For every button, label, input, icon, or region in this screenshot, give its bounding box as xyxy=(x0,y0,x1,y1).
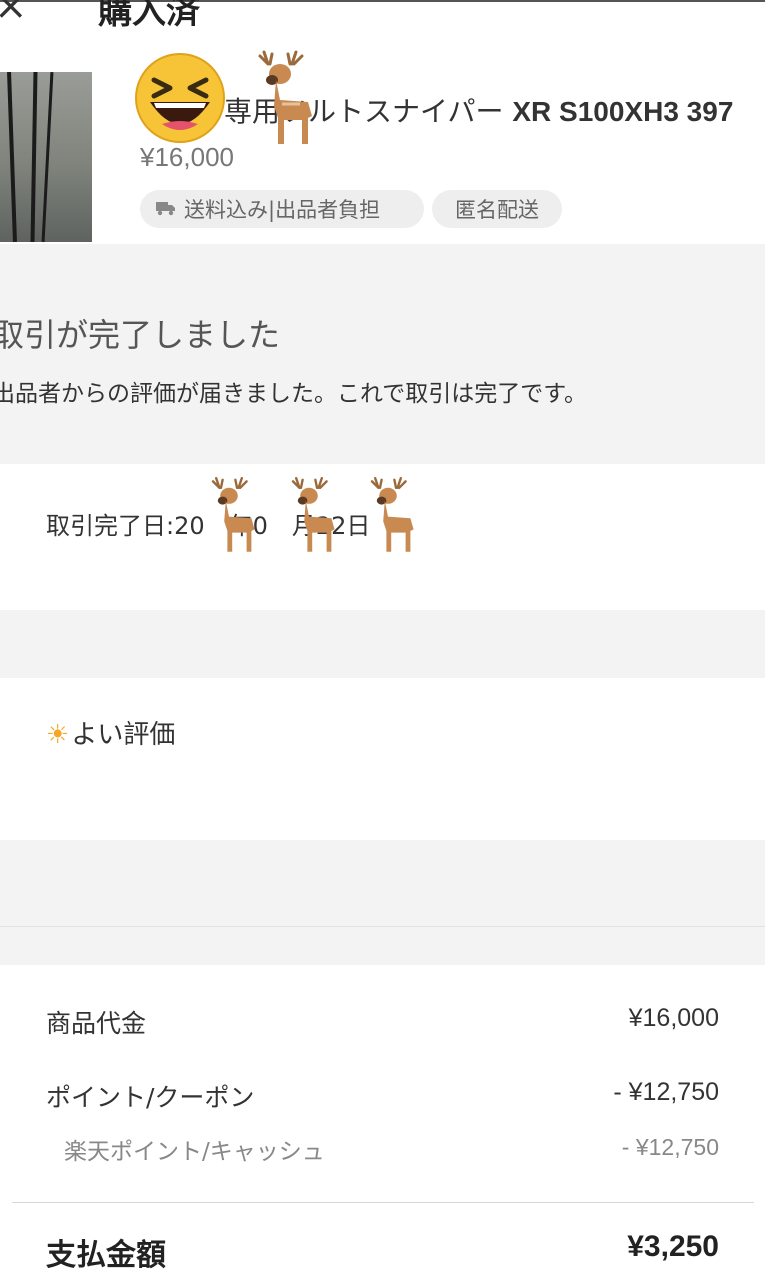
product-name: 専用ソルトスナイパー XR S100XH3 397 xyxy=(224,95,734,128)
completion-message: 出品者からの評価が届きました。これで取引は完了です。 xyxy=(0,381,588,407)
total-value: ¥3,250 xyxy=(627,1230,719,1263)
sun-icon: ☀ xyxy=(46,720,70,750)
completion-title: 取引が完了しました xyxy=(0,316,281,354)
section-gap xyxy=(0,927,765,965)
product-thumbnail[interactable] xyxy=(0,72,92,242)
page-title: 購入済 xyxy=(98,0,200,32)
rating-box xyxy=(0,678,765,840)
rating-label: ☀よい評価 xyxy=(46,720,176,750)
rakuten-points-value: - ¥12,750 xyxy=(621,1134,719,1160)
item-price-value: ¥16,000 xyxy=(628,1004,719,1032)
total-label: 支払金額 xyxy=(46,1238,166,1273)
item-price-label: 商品代金 xyxy=(46,1009,147,1038)
close-icon[interactable]: × xyxy=(0,0,28,26)
points-coupon-value: - ¥12,750 xyxy=(613,1078,719,1106)
section-gap xyxy=(0,610,765,678)
rakuten-points-label: 楽天ポイント/キャッシュ xyxy=(64,1139,325,1165)
completion-date: 取引完了日:20 年0 月22日 xyxy=(46,512,371,540)
summary-divider xyxy=(12,1202,754,1203)
product-card[interactable]: 専用ソルトスナイパー XR S100XH3 397 ¥16,000 送料込み|出… xyxy=(0,64,765,244)
section-gap xyxy=(0,840,765,927)
points-coupon-label: ポイント/クーポン xyxy=(46,1083,255,1112)
anonymous-tag-label: 匿名配送 xyxy=(455,198,539,222)
product-price: ¥16,000 xyxy=(140,142,234,172)
truck-icon xyxy=(156,197,176,221)
shipping-tag-label: 送料込み|出品者負担 xyxy=(184,198,381,222)
anonymous-shipping-tag: 匿名配送 xyxy=(432,190,562,228)
shipping-tag: 送料込み|出品者負担 xyxy=(140,190,424,228)
